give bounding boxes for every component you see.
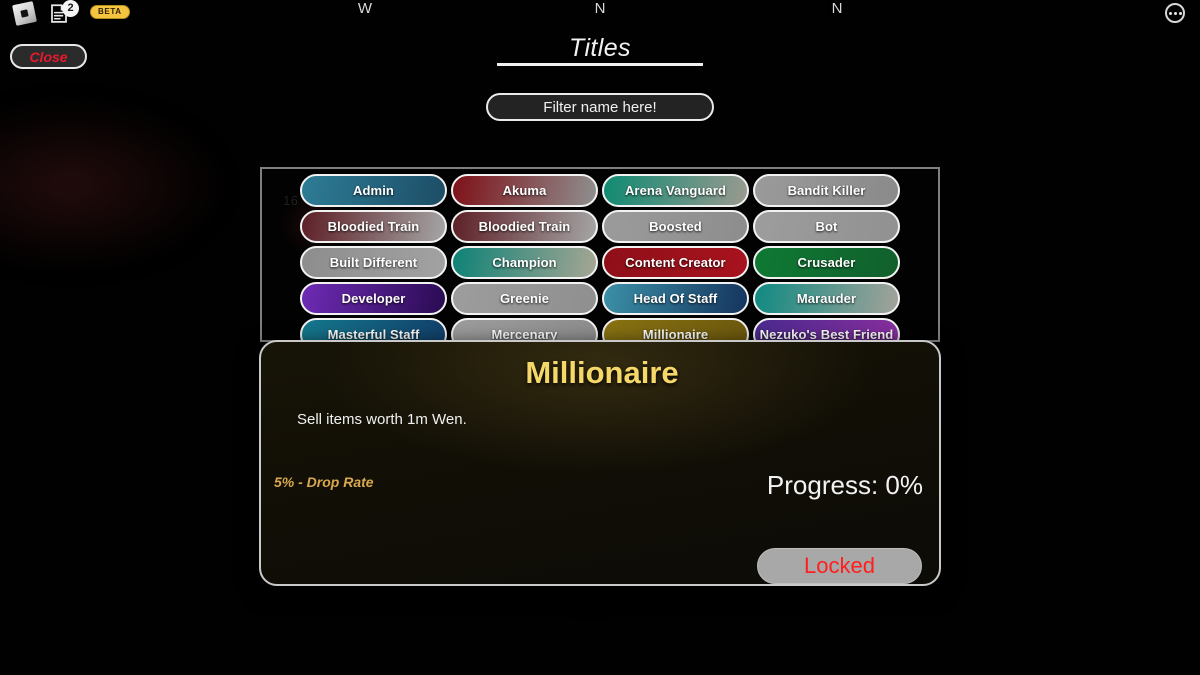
title-chip[interactable]: Crusader xyxy=(753,246,900,279)
title-chip[interactable]: Content Creator xyxy=(602,246,749,279)
compass-letter-2: N xyxy=(831,0,843,17)
title-chip[interactable]: Admin xyxy=(300,174,447,207)
title-chip-label: Admin xyxy=(353,183,394,198)
title-chip-label: Built Different xyxy=(329,255,418,270)
detail-title: Millionaire xyxy=(525,355,679,390)
title-chip[interactable]: Bloodied Train xyxy=(300,210,447,243)
background-glow-left xyxy=(0,100,230,270)
title-chip[interactable]: Bot xyxy=(753,210,900,243)
title-chip[interactable]: Bandit Killer xyxy=(753,174,900,207)
title-chip[interactable]: Developer xyxy=(300,282,447,315)
titles-grid: Admin Akuma Arena Vanguard Bandit Killer Blo… xyxy=(300,174,920,340)
dot xyxy=(1173,11,1177,15)
roblox-logo-icon[interactable] xyxy=(12,1,37,26)
title-chip-label: Boosted xyxy=(649,219,702,234)
dot xyxy=(1168,11,1172,15)
dot xyxy=(1178,11,1182,15)
title-chip-label: Akuma xyxy=(502,183,547,198)
title-chip[interactable]: Built Different xyxy=(300,246,447,279)
search-input[interactable]: Filter name here! xyxy=(486,93,714,121)
compass-letter-0: W xyxy=(357,0,373,17)
title-chip-label: Marauder xyxy=(796,291,857,306)
compass-letter-1: N xyxy=(594,0,606,17)
title-chip-label: Bloodied Train xyxy=(478,219,571,234)
search-placeholder: Filter name here! xyxy=(543,98,657,116)
drop-rate-label: 5% - Drop Rate xyxy=(274,474,374,490)
title-chip[interactable]: Head Of Staff xyxy=(602,282,749,315)
title-chip[interactable]: Nezuko's Best Friend xyxy=(753,318,900,340)
title-underline xyxy=(497,63,703,66)
title-chip-label: Bloodied Train xyxy=(327,219,420,234)
title-chip-label: Arena Vanguard xyxy=(624,183,727,198)
close-button[interactable]: Close xyxy=(10,44,87,69)
title-chip[interactable]: Millionaire xyxy=(602,318,749,340)
title-chip[interactable]: Greenie xyxy=(451,282,598,315)
title-chip[interactable]: Masterful Staff xyxy=(300,318,447,340)
title-chip[interactable]: Champion xyxy=(451,246,598,279)
detail-description: Sell items worth 1m Wen. xyxy=(297,411,467,428)
title-chip-label: Greenie xyxy=(499,291,550,306)
page-title: Titles xyxy=(569,34,631,62)
locked-button[interactable]: Locked xyxy=(757,548,922,584)
title-detail-panel: Millionaire Sell items worth 1m Wen. 5% … xyxy=(259,340,941,586)
title-chip[interactable]: Boosted xyxy=(602,210,749,243)
title-chip-label: Crusader xyxy=(797,255,856,270)
title-chip[interactable]: Akuma xyxy=(451,174,598,207)
title-chip-label: Bandit Killer xyxy=(787,183,866,198)
title-chip-label: Developer xyxy=(341,291,406,306)
chat-badge-count: 2 xyxy=(62,0,79,17)
title-chip[interactable]: Marauder xyxy=(753,282,900,315)
title-chip[interactable]: Mercenary xyxy=(451,318,598,340)
title-chip[interactable]: Arena Vanguard xyxy=(602,174,749,207)
title-chip-label: Content Creator xyxy=(625,255,726,270)
more-options-icon[interactable] xyxy=(1165,3,1185,23)
title-chip-label: Champion xyxy=(492,255,557,270)
beta-badge: BETA xyxy=(90,5,130,19)
title-chip[interactable]: Bloodied Train xyxy=(451,210,598,243)
game-screen: 16 2 BETA WNN Close Titles Filter name h… xyxy=(0,0,1200,675)
title-chip-label: Bot xyxy=(815,219,838,234)
progress-label: Progress: 0% xyxy=(766,470,923,500)
titles-list-container[interactable]: Admin Akuma Arena Vanguard Bandit Killer Blo… xyxy=(260,167,940,342)
title-chip-label: Head Of Staff xyxy=(633,291,718,306)
